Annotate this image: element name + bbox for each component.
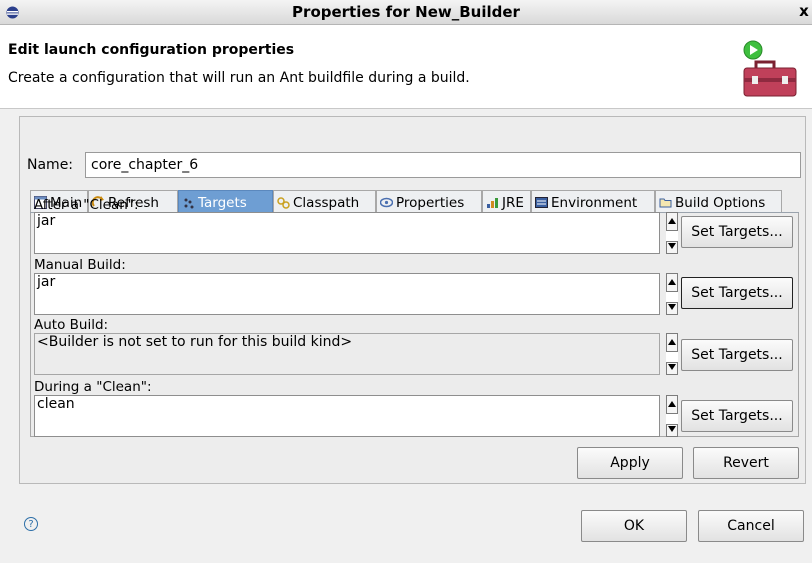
manual-build-label: Manual Build: xyxy=(34,257,126,273)
tab-environment[interactable]: Environment xyxy=(531,190,655,212)
tab-label: Classpath xyxy=(293,194,360,211)
name-field[interactable] xyxy=(85,152,801,178)
tab-label: Environment xyxy=(551,194,638,211)
tab-label: Targets xyxy=(198,194,247,211)
environment-icon xyxy=(535,196,548,209)
properties-icon xyxy=(379,196,394,209)
during-clean-label: During a "Clean": xyxy=(34,379,152,395)
help-icon[interactable]: ? xyxy=(24,517,38,531)
jre-icon xyxy=(486,196,499,209)
auto-build-targets-field[interactable]: <Builder is not set to run for this buil… xyxy=(34,333,660,375)
after-clean-label: After a "Clean": xyxy=(34,197,139,213)
targets-icon xyxy=(182,196,195,209)
tab-classpath[interactable]: Classpath xyxy=(273,190,376,212)
manual-build-scrollbar[interactable] xyxy=(666,273,678,315)
auto-build-set-targets-button[interactable]: Set Targets... xyxy=(681,339,793,371)
auto-build-label: Auto Build: xyxy=(34,317,109,333)
after-clean-targets-field[interactable]: jar xyxy=(34,212,660,254)
tab-bar: Main Refresh Targets Classpath Propertie… xyxy=(30,190,799,213)
manual-build-targets-field[interactable]: jar xyxy=(34,273,660,315)
auto-build-scrollbar[interactable] xyxy=(666,333,678,375)
manual-build-set-targets-button[interactable]: Set Targets... xyxy=(681,277,793,309)
classpath-icon xyxy=(277,196,290,209)
cancel-button[interactable]: Cancel xyxy=(698,510,804,542)
tab-jre[interactable]: JRE xyxy=(482,190,531,212)
tab-build-options[interactable]: Build Options xyxy=(655,190,782,212)
name-label: Name: xyxy=(27,157,74,173)
window-title: Properties for New_Builder xyxy=(292,3,520,21)
header-title: Edit launch configuration properties xyxy=(8,42,295,58)
after-clean-set-targets-button[interactable]: Set Targets... xyxy=(681,216,793,248)
tab-properties[interactable]: Properties xyxy=(376,190,482,212)
build-options-icon xyxy=(659,196,672,209)
during-clean-scrollbar[interactable] xyxy=(666,395,678,437)
revert-button[interactable]: Revert xyxy=(693,447,799,479)
tab-label: Build Options xyxy=(675,194,766,211)
tab-label: JRE xyxy=(502,194,524,211)
apply-button[interactable]: Apply xyxy=(577,447,683,479)
dialog-header xyxy=(0,25,812,109)
ant-builder-toolbox-icon xyxy=(738,40,798,100)
header-description: Create a configuration that will run an … xyxy=(8,70,470,86)
ok-button[interactable]: OK xyxy=(581,510,687,542)
close-button[interactable]: x xyxy=(796,2,812,22)
during-clean-targets-field[interactable]: clean xyxy=(34,395,660,437)
tab-targets[interactable]: Targets xyxy=(178,190,273,212)
tab-label: Properties xyxy=(396,194,465,211)
during-clean-set-targets-button[interactable]: Set Targets... xyxy=(681,400,793,432)
after-clean-scrollbar[interactable] xyxy=(666,212,678,254)
